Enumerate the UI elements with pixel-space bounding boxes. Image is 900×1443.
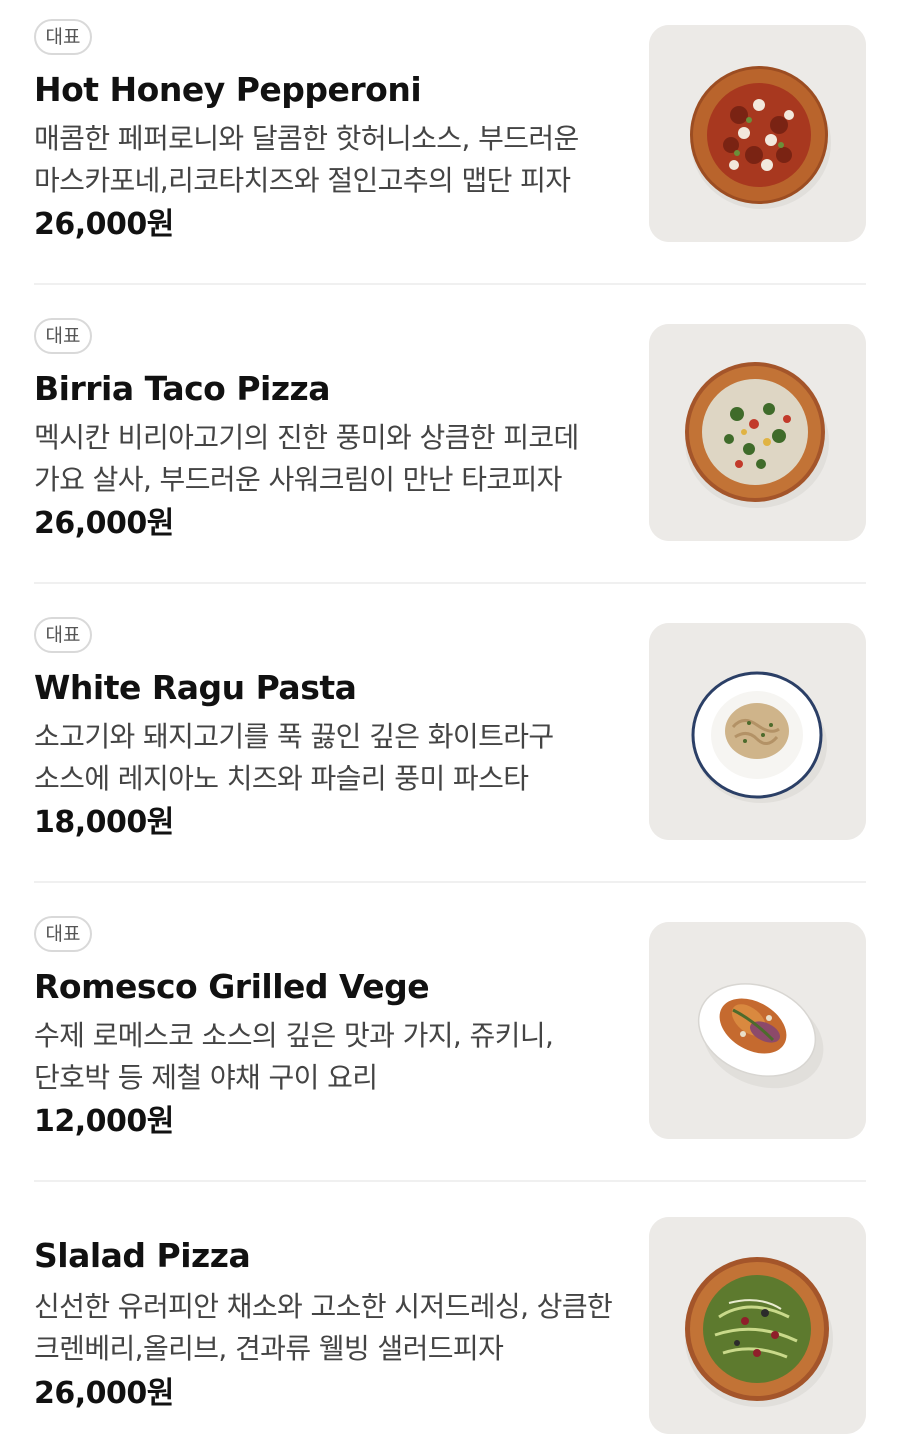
menu-item-photo <box>649 922 866 1139</box>
pizza-salad-photo <box>649 1217 866 1434</box>
menu-item-photo <box>649 324 866 541</box>
divider <box>34 881 866 883</box>
pizza-taco-photo <box>649 324 866 541</box>
menu-item-price: 26,000원 <box>34 506 174 541</box>
menu-item-description: 매콤한 페퍼로니와 달콤한 핫허니소스, 부드러운 마스카포네,리코타치즈와 절… <box>34 122 579 197</box>
signature-badge: 대표 <box>34 318 92 354</box>
menu-item-description: 수제 로메스코 소스의 깊은 맛과 가지, 쥬키니, 단호박 등 제철 야채 구… <box>34 1019 554 1094</box>
menu-item-photo <box>649 623 866 840</box>
menu-item-photo <box>649 1217 866 1434</box>
menu-item-photo <box>649 25 866 242</box>
grilled-vegetable-plate-photo <box>649 922 866 1139</box>
menu-item-description: 신선한 유러피안 채소와 고소한 시저드레싱, 상큼한 크렌베리,올리브, 견과… <box>34 1290 613 1365</box>
signature-badge: 대표 <box>34 19 92 55</box>
signature-badge: 대표 <box>34 617 92 653</box>
menu-item-romesco-grilled-vege[interactable]: 대표 Romesco Grilled Vege 수제 로메스코 소스의 깊은 맛… <box>0 897 900 1181</box>
menu-item-name: White Ragu Pasta <box>34 668 357 707</box>
menu-item-birria-taco-pizza[interactable]: 대표 Birria Taco Pizza 멕시칸 비리아고기의 진한 풍미와 상… <box>0 299 900 583</box>
menu-item-price: 12,000원 <box>34 1104 174 1139</box>
menu-item-white-ragu-pasta[interactable]: 대표 White Ragu Pasta 소고기와 돼지고기를 푹 끓인 깊은 화… <box>0 598 900 882</box>
menu-item-price: 18,000원 <box>34 805 174 840</box>
pizza-pepperoni-photo <box>649 25 866 242</box>
menu-item-name: Romesco Grilled Vege <box>34 967 430 1006</box>
menu-item-name: Slalad Pizza <box>34 1236 251 1275</box>
menu-item-hot-honey-pepperoni[interactable]: 대표 Hot Honey Pepperoni 매콤한 페퍼로니와 달콤한 핫허니… <box>0 0 900 284</box>
menu-item-slalad-pizza[interactable]: Slalad Pizza 신선한 유러피안 채소와 고소한 시저드레싱, 상큼한… <box>0 1180 900 1443</box>
menu-item-name: Hot Honey Pepperoni <box>34 70 422 109</box>
menu-item-price: 26,000원 <box>34 1376 174 1411</box>
menu-item-name: Birria Taco Pizza <box>34 369 331 408</box>
divider <box>34 283 866 285</box>
menu-item-description: 소고기와 돼지고기를 푹 끓인 깊은 화이트라구 소스에 레지아노 치즈와 파슬… <box>34 720 554 795</box>
menu-item-price: 26,000원 <box>34 207 174 242</box>
signature-badge: 대표 <box>34 916 92 952</box>
menu-item-description: 멕시칸 비리아고기의 진한 풍미와 상큼한 피코데 가요 살사, 부드러운 사워… <box>34 421 579 496</box>
divider <box>34 582 866 584</box>
pasta-bowl-photo <box>649 623 866 840</box>
